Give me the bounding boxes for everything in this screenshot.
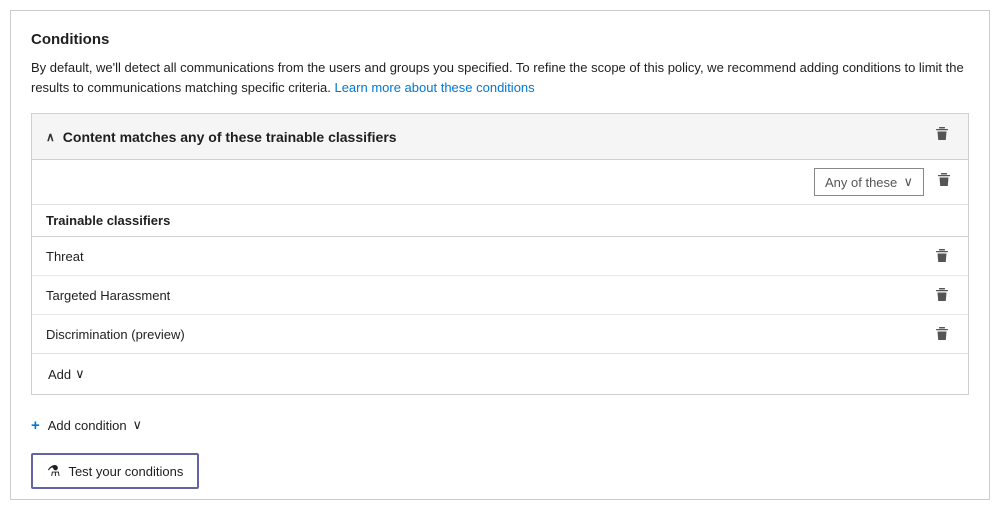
delete-classifier-button-1[interactable] <box>930 285 954 305</box>
classifier-delete-cell <box>916 237 968 276</box>
condition-header-left: ∧ Content matches any of these trainable… <box>46 129 397 145</box>
delete-classifier-button-2[interactable] <box>930 324 954 344</box>
add-chevron-icon: ∨ <box>75 366 85 382</box>
page-description: By default, we'll detect all communicati… <box>31 58 969 97</box>
delete-any-of-button[interactable] <box>932 170 956 195</box>
any-of-these-label: Any of these <box>825 175 897 190</box>
add-condition-chevron-icon: ∨ <box>133 417 143 433</box>
trash-icon-2 <box>936 172 952 193</box>
any-of-chevron-icon: ∨ <box>903 174 913 190</box>
add-classifier-row: Add ∨ <box>32 353 968 394</box>
delete-classifier-button-0[interactable] <box>930 246 954 266</box>
table-row: Threat <box>32 237 968 276</box>
classifiers-column-header: Trainable classifiers <box>32 205 916 237</box>
delete-condition-button[interactable] <box>930 124 954 149</box>
test-conditions-label: Test your conditions <box>68 464 183 479</box>
collapse-chevron-icon[interactable]: ∧ <box>46 130 55 144</box>
plus-icon: + <box>31 417 40 434</box>
classifier-delete-cell <box>916 276 968 315</box>
trash-icon <box>934 126 950 147</box>
any-of-these-button[interactable]: Any of these ∨ <box>814 168 924 196</box>
add-classifier-button[interactable]: Add ∨ <box>46 362 87 386</box>
condition-title: Content matches any of these trainable c… <box>63 129 397 145</box>
page-title: Conditions <box>31 31 969 48</box>
test-conditions-button[interactable]: ⚗ Test your conditions <box>31 453 199 489</box>
condition-header: ∧ Content matches any of these trainable… <box>32 114 968 160</box>
add-condition-row: + Add condition ∨ <box>31 411 969 439</box>
classifier-delete-cell <box>916 315 968 354</box>
learn-more-link[interactable]: Learn more about these conditions <box>334 80 534 95</box>
classifiers-table: Trainable classifiers Threat Targeted Ha… <box>32 205 968 353</box>
any-of-row: Any of these ∨ <box>32 160 968 205</box>
table-row: Discrimination (preview) <box>32 315 968 354</box>
classifier-name: Targeted Harassment <box>32 276 916 315</box>
condition-block: ∧ Content matches any of these trainable… <box>31 113 969 395</box>
add-condition-label: Add condition <box>48 418 127 433</box>
add-label: Add <box>48 367 71 382</box>
flask-icon: ⚗ <box>47 462 60 480</box>
table-row: Targeted Harassment <box>32 276 968 315</box>
classifier-name: Discrimination (preview) <box>32 315 916 354</box>
classifier-name: Threat <box>32 237 916 276</box>
add-condition-button[interactable]: Add condition ∨ <box>46 413 144 437</box>
main-container: Conditions By default, we'll detect all … <box>10 10 990 500</box>
